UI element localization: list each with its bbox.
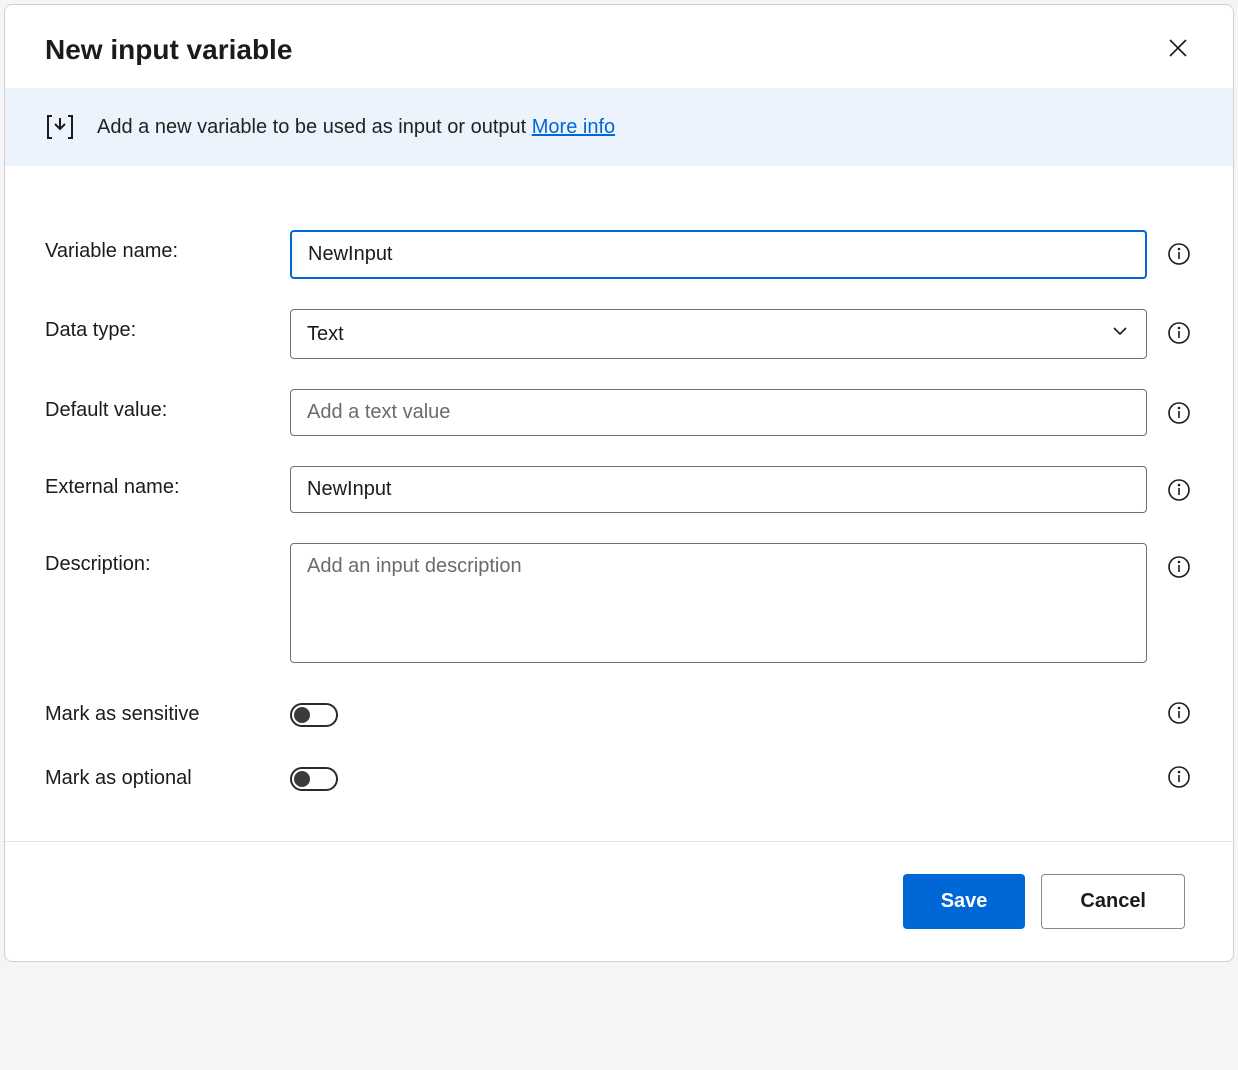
label-default-value: Default value: xyxy=(45,389,290,422)
more-info-link[interactable]: More info xyxy=(532,116,615,138)
label-variable-name: Variable name: xyxy=(45,230,290,263)
info-icon[interactable] xyxy=(1165,476,1193,504)
close-icon xyxy=(1167,47,1189,62)
row-mark-optional: Mark as optional xyxy=(45,757,1193,791)
label-external-name: External name: xyxy=(45,466,290,499)
save-button[interactable]: Save xyxy=(903,874,1026,929)
form-body: Variable name: Data type: Text xyxy=(5,166,1233,841)
close-button[interactable] xyxy=(1163,33,1193,66)
info-icon[interactable] xyxy=(1165,553,1193,581)
data-type-select[interactable]: Text xyxy=(290,309,1147,359)
input-variable-icon xyxy=(45,112,75,142)
mark-optional-toggle[interactable] xyxy=(290,767,338,791)
dialog-header: New input variable xyxy=(5,5,1233,88)
info-icon[interactable] xyxy=(1165,319,1193,347)
description-input[interactable] xyxy=(290,543,1147,663)
variable-name-input[interactable] xyxy=(290,230,1147,279)
default-value-input[interactable] xyxy=(290,389,1147,436)
data-type-value: Text xyxy=(307,323,344,346)
chevron-down-icon xyxy=(1110,321,1130,347)
info-icon[interactable] xyxy=(1165,240,1193,268)
dialog-footer: Save Cancel xyxy=(5,841,1233,961)
new-input-variable-dialog: New input variable Add a new variable to… xyxy=(4,4,1234,962)
row-default-value: Default value: xyxy=(45,389,1193,436)
dialog-title: New input variable xyxy=(45,34,292,66)
info-icon[interactable] xyxy=(1165,399,1193,427)
mark-sensitive-toggle[interactable] xyxy=(290,703,338,727)
cancel-button[interactable]: Cancel xyxy=(1041,874,1185,929)
row-variable-name: Variable name: xyxy=(45,230,1193,279)
row-mark-sensitive: Mark as sensitive xyxy=(45,693,1193,727)
label-mark-optional: Mark as optional xyxy=(45,757,290,790)
row-description: Description: xyxy=(45,543,1193,663)
label-data-type: Data type: xyxy=(45,309,290,342)
external-name-input[interactable] xyxy=(290,466,1147,513)
label-mark-sensitive: Mark as sensitive xyxy=(45,693,290,726)
row-external-name: External name: xyxy=(45,466,1193,513)
row-data-type: Data type: Text xyxy=(45,309,1193,359)
info-icon[interactable] xyxy=(1165,763,1193,791)
info-icon[interactable] xyxy=(1165,699,1193,727)
label-description: Description: xyxy=(45,543,290,576)
banner-text: Add a new variable to be used as input o… xyxy=(97,116,532,138)
banner-text-wrap: Add a new variable to be used as input o… xyxy=(97,116,615,139)
info-banner: Add a new variable to be used as input o… xyxy=(5,88,1233,166)
